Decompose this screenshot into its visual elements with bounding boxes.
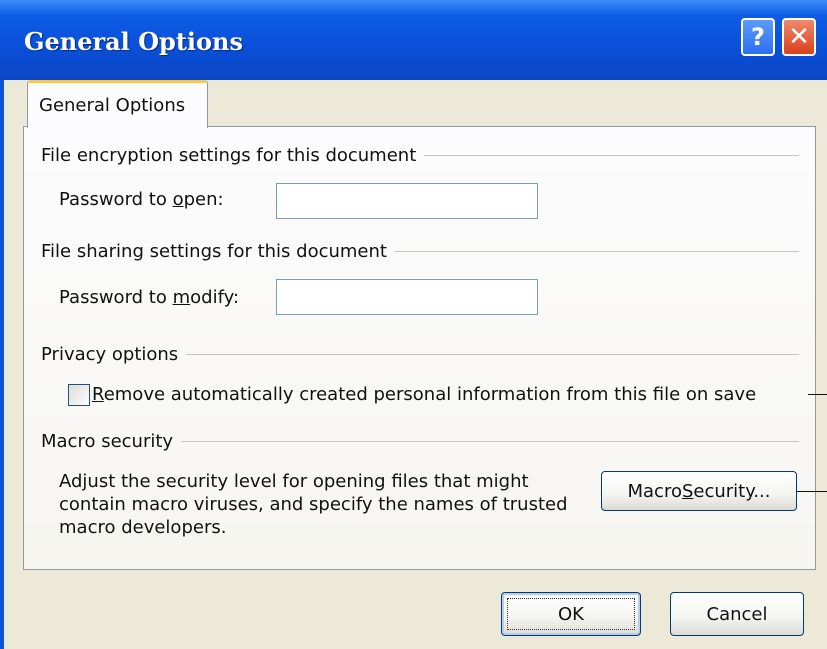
privacy-group-label: Privacy options (41, 343, 179, 365)
general-options-dialog: General Options ? ✕ General Options File… (0, 0, 827, 649)
group-divider (181, 441, 799, 442)
close-icon: ✕ (788, 22, 810, 52)
password-to-open-label: Password to open: (59, 189, 224, 210)
remove-personal-info-checkbox[interactable] (68, 384, 90, 406)
tab-general-options[interactable]: General Options (27, 80, 208, 128)
password-to-modify-label: Password to modify: (59, 287, 240, 308)
remove-personal-info-label[interactable]: Remove automatically created personal in… (92, 384, 756, 405)
dialog-title: General Options (24, 27, 244, 56)
sharing-group-header: File sharing settings for this document (41, 239, 799, 263)
callout-line (796, 491, 827, 492)
macro-security-description: Adjust the security level for opening fi… (59, 471, 568, 538)
close-button[interactable]: ✕ (782, 18, 816, 56)
password-to-open-input[interactable] (276, 183, 538, 219)
tab-label: General Options (39, 95, 186, 116)
encryption-group-label: File encryption settings for this docume… (41, 144, 417, 166)
group-divider (186, 354, 799, 355)
ok-button[interactable]: OK (501, 592, 641, 636)
macro-group-label: Macro security (41, 430, 174, 452)
title-bar[interactable]: General Options ? ✕ (0, 0, 827, 80)
encryption-group-header: File encryption settings for this docume… (41, 143, 799, 167)
tab-panel: File encryption settings for this docume… (23, 126, 816, 570)
group-divider (394, 251, 799, 252)
macro-group-header: Macro security (41, 429, 799, 453)
help-button[interactable]: ? (741, 18, 775, 56)
cancel-button[interactable]: Cancel (670, 592, 804, 636)
privacy-group-header: Privacy options (41, 342, 799, 366)
callout-line (808, 394, 827, 395)
sharing-group-label: File sharing settings for this document (41, 240, 387, 262)
focus-rectangle (507, 598, 635, 630)
group-divider (424, 155, 799, 156)
macro-security-button[interactable]: Macro Security... (601, 471, 797, 511)
password-to-modify-input[interactable] (276, 279, 538, 315)
help-icon: ? (751, 23, 765, 51)
